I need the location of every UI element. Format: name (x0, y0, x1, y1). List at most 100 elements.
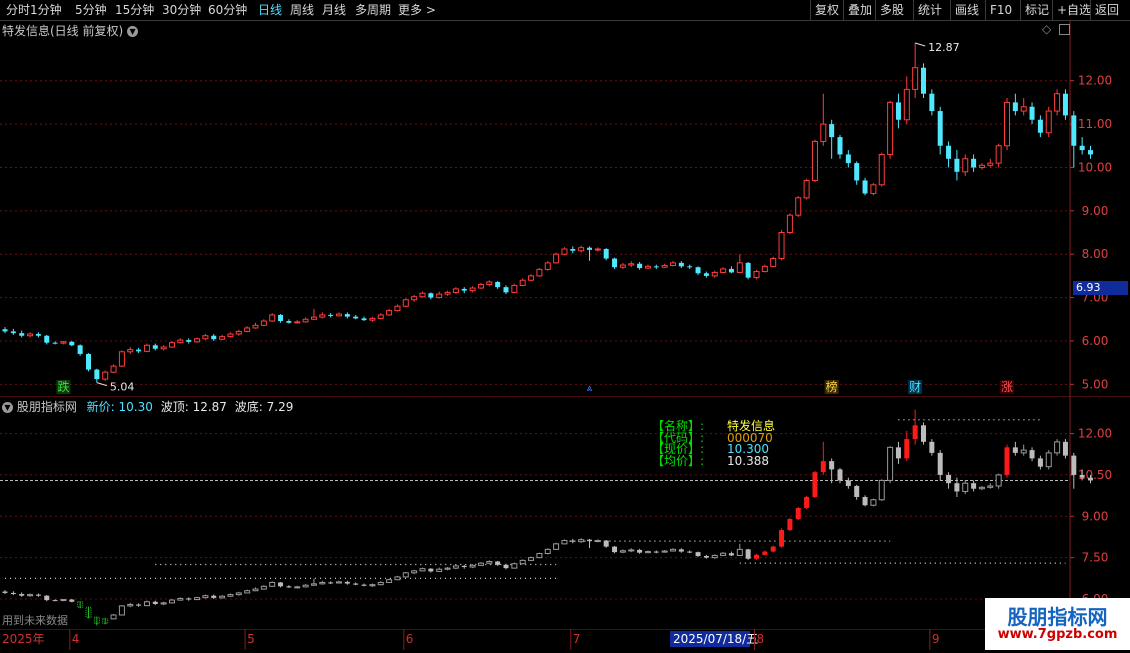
toolbar-button-4[interactable]: 画线 (955, 2, 979, 18)
indicator-panel[interactable]: 6.007.509.0010.5012.00 ▼ 股朋指标网 新价: 10.30… (0, 395, 1130, 629)
candle-body (177, 339, 184, 344)
period-tab-4[interactable]: 30分钟 (162, 2, 201, 18)
watermark-url: www.7gpzb.com (997, 627, 1118, 642)
candle-body (1020, 106, 1027, 112)
candle-body (278, 582, 284, 587)
candle-body (553, 253, 560, 264)
candle-body (837, 469, 843, 481)
candle-body (728, 553, 734, 556)
chevron-down-icon[interactable]: ▼ (127, 26, 139, 37)
candle-body (110, 365, 117, 373)
toolbar-button-2[interactable]: 多股 (880, 2, 904, 18)
candle-body (829, 461, 835, 470)
toolbar-button-0[interactable]: 复权 (815, 2, 839, 18)
time-axis-chart[interactable]: 2025年 4 5 6 7 2025/07/18/五8 9 (0, 628, 1130, 650)
indicator-name: 股朋指标网 (16, 400, 77, 414)
candle-body (937, 452, 943, 475)
candle-body (152, 345, 158, 349)
candle-body (736, 548, 743, 556)
toolbar-button-5[interactable]: F10 (990, 2, 1012, 18)
toolbar-button-3[interactable]: 统计 (918, 2, 942, 18)
candle-body (795, 197, 802, 216)
candle-body (553, 543, 560, 550)
candle-body (644, 265, 651, 269)
candle-body (235, 592, 242, 596)
time-axis-label: 9 (932, 632, 940, 646)
candle-body (695, 552, 701, 556)
candle-body (377, 581, 384, 586)
candle-body (202, 595, 209, 599)
candle-body (278, 314, 284, 321)
y-tick-label: 8.00 (1082, 247, 1109, 261)
candle-body (269, 581, 276, 587)
candle-body (235, 330, 242, 335)
indicator-chart[interactable]: 6.007.509.0010.5012.00 (0, 395, 1130, 629)
candle-body (310, 583, 317, 586)
candle-body (27, 594, 34, 597)
candle-body (1004, 447, 1010, 475)
candle-body (653, 551, 659, 553)
y-tick-label: 9.00 (1082, 204, 1109, 218)
candle-body (971, 158, 977, 168)
period-tab-1[interactable]: 1分钟 (30, 2, 62, 18)
period-tab-5[interactable]: 60分钟 (208, 2, 247, 18)
candle-body (995, 474, 1002, 487)
period-tab-7[interactable]: 周线 (290, 2, 314, 18)
peak-label: 波顶: 12.87 (160, 400, 227, 414)
low-price-label: 5.04 (110, 381, 135, 394)
period-tab-2[interactable]: 5分钟 (75, 2, 107, 18)
candle-body (687, 551, 693, 553)
candle-body (503, 564, 509, 569)
chevron-down-icon[interactable]: ▼ (2, 402, 13, 413)
period-tab-9[interactable]: 多周期 (355, 2, 391, 18)
main-kline-panel[interactable]: 5.00 6.00 7.00 8.00 9.00 10.00 11.00 12.00 12.87… (0, 21, 1130, 396)
candle-body (937, 111, 943, 146)
candle-body (519, 559, 526, 565)
candle-body (219, 595, 226, 599)
candle-body (186, 340, 192, 342)
candle-body (169, 342, 175, 348)
main-chart-header[interactable]: 特发信息(日线 前复权) ▼ (2, 22, 139, 39)
candle-body (495, 561, 501, 565)
candle-body (1029, 450, 1035, 459)
candle-body (10, 331, 16, 334)
candle-body (987, 485, 994, 488)
candle-body (670, 262, 676, 266)
info-key: 【均价】: (652, 453, 705, 468)
candle-body (787, 519, 793, 531)
candle-body (536, 553, 543, 559)
candle-body (820, 461, 826, 473)
main-kline-chart[interactable]: 5.006.007.008.009.0010.0011.0012.0012.87… (0, 21, 1130, 396)
candle-body (578, 247, 585, 252)
candle-body (286, 321, 292, 323)
candle-body (286, 586, 292, 588)
marker-label: 涨 (1001, 379, 1013, 394)
toolbar-button-6[interactable]: 标记 (1025, 2, 1049, 18)
toolbar-separator (843, 0, 844, 20)
candle-body (136, 349, 142, 352)
toolbar-button-1[interactable]: 叠加 (848, 2, 872, 18)
candle-body (143, 601, 150, 607)
candle-body (136, 604, 142, 606)
candle-body (644, 551, 651, 554)
time-axis[interactable]: 2025年 4 5 6 7 2025/07/18/五 8 9 (0, 628, 1130, 650)
period-tab-8[interactable]: 月线 (322, 2, 346, 18)
diamond-icon[interactable]: ◇ (1042, 22, 1051, 36)
period-tab-6[interactable]: 日线 (258, 2, 282, 18)
panel-toggle-icon[interactable] (1059, 24, 1071, 35)
y-tick-label: 5.00 (1082, 377, 1109, 391)
period-tab-0[interactable]: 分时 (6, 2, 30, 18)
candle-body (310, 316, 317, 320)
candle-body (971, 483, 977, 489)
period-tab-3[interactable]: 15分钟 (115, 2, 154, 18)
candle-body (394, 305, 401, 312)
toolbar-button-8[interactable]: 返回 (1095, 2, 1119, 18)
candle-body (661, 264, 668, 268)
candle-body (862, 180, 868, 194)
candle-body (544, 548, 551, 555)
candle-body (695, 267, 701, 274)
candle-body (202, 335, 209, 340)
period-tab-10[interactable]: 更多 > (398, 2, 436, 18)
toolbar-button-7[interactable]: +自选 (1057, 2, 1091, 18)
candle-body (94, 369, 100, 380)
